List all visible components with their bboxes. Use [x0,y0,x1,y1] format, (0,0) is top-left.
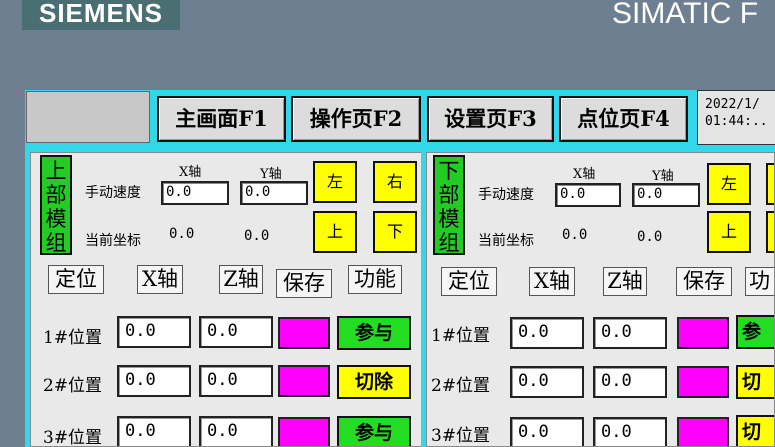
row-3-action-button[interactable]: 参与 [337,416,411,446]
row-1-label: 1#位置 [431,326,491,346]
settings-page-button[interactable]: 设置页F3 [427,96,554,142]
row-3-z-field[interactable]: 0.0 [593,417,667,446]
point-page-button[interactable]: 点位页F4 [559,96,688,142]
row-2-save-indicator[interactable] [677,366,729,398]
row-2-action-button[interactable]: 切除 [337,365,411,399]
datetime-display: 2022/1/ 01:44:.. [697,90,775,145]
lower-module-tag: 下部模组 [433,155,465,255]
x-axis-label: X轴 [573,167,596,182]
blank-display-box [26,91,150,143]
col-header-function: 功 [745,267,774,296]
speed-x-field[interactable]: 0.0 [161,181,229,205]
speed-x-field[interactable]: 0.0 [555,183,621,207]
row-2-z-field[interactable]: 0.0 [593,366,667,398]
manual-speed-label: 手动速度 [478,187,534,203]
coord-y-value: 0.0 [244,228,270,244]
row-2-x-field[interactable]: 0.0 [510,366,584,398]
coord-x-value: 0.0 [169,226,195,242]
row-1-x-field[interactable]: 0.0 [510,317,584,349]
col-header-x-axis: X轴 [529,267,575,296]
x-axis-label: X轴 [179,165,202,180]
up-button[interactable]: 上 [707,211,751,253]
row-3-save-indicator[interactable] [278,417,330,446]
col-header-position: 定位 [441,267,497,296]
operation-page-button[interactable]: 操作页F2 [291,96,421,142]
product-title: SIMATIC F [612,0,759,30]
lower-module-panel: 下部模组 X轴 Y轴 手动速度 0.0 0.0 当前坐标 0.0 0.0 左 上… [421,147,775,447]
main-screen-button[interactable]: 主画面F1 [157,96,286,142]
row-3-x-field[interactable]: 0.0 [117,416,191,446]
row-1-save-indicator[interactable] [677,317,729,349]
manual-speed-label: 手动速度 [85,185,141,201]
upper-module-panel: 上部模组 X轴 Y轴 手动速度 0.0 0.0 当前坐标 0.0 0.0 左 右… [25,147,425,447]
y-axis-label: Y轴 [260,167,282,182]
row-1-z-field[interactable]: 0.0 [199,316,273,348]
row-3-x-field[interactable]: 0.0 [510,417,584,446]
left-button[interactable]: 左 [707,163,751,205]
row-3-label: 3#位置 [43,428,103,447]
down-button[interactable]: 下 [373,211,417,253]
col-header-position: 定位 [48,265,104,294]
y-axis-label: Y轴 [652,169,674,184]
siemens-logo: SIEMENS [22,0,180,30]
current-coord-label: 当前坐标 [478,233,534,249]
right-button[interactable]: 右 [373,161,417,203]
row-2-label: 2#位置 [431,376,491,396]
row-2-label: 2#位置 [43,376,103,396]
row-1-label: 1#位置 [43,328,103,348]
col-header-z-axis: Z轴 [219,265,263,294]
row-1-save-indicator[interactable] [278,317,330,349]
row-1-z-field[interactable]: 0.0 [593,317,667,349]
row-2-x-field[interactable]: 0.0 [117,365,191,397]
col-header-save: 保存 [276,269,332,298]
row-2-z-field[interactable]: 0.0 [199,365,273,397]
right-button-partial[interactable] [766,163,774,205]
col-header-function: 功能 [348,265,402,294]
up-button[interactable]: 上 [313,211,357,253]
row-3-action-button[interactable]: 切 [736,415,774,446]
col-header-save: 保存 [676,267,732,296]
row-1-action-button[interactable]: 参与 [337,316,411,350]
row-3-label: 3#位置 [431,426,491,446]
coord-x-value: 0.0 [562,227,588,243]
upper-module-tag: 上部模组 [40,155,72,255]
coord-y-value: 0.0 [637,229,663,245]
row-2-save-indicator[interactable] [278,365,330,397]
row-3-z-field[interactable]: 0.0 [199,416,273,446]
row-1-action-button[interactable]: 参 [736,315,774,349]
col-header-x-axis: X轴 [137,265,183,294]
row-1-x-field[interactable]: 0.0 [117,316,191,348]
current-coord-label: 当前坐标 [85,233,141,249]
row-3-save-indicator[interactable] [677,417,729,446]
row-2-action-button[interactable]: 切 [736,365,774,399]
speed-y-field[interactable]: 0.0 [240,181,308,205]
speed-y-field[interactable]: 0.0 [632,183,700,207]
left-button[interactable]: 左 [313,161,357,203]
col-header-z-axis: Z轴 [603,267,647,296]
down-button-partial[interactable] [766,211,774,253]
